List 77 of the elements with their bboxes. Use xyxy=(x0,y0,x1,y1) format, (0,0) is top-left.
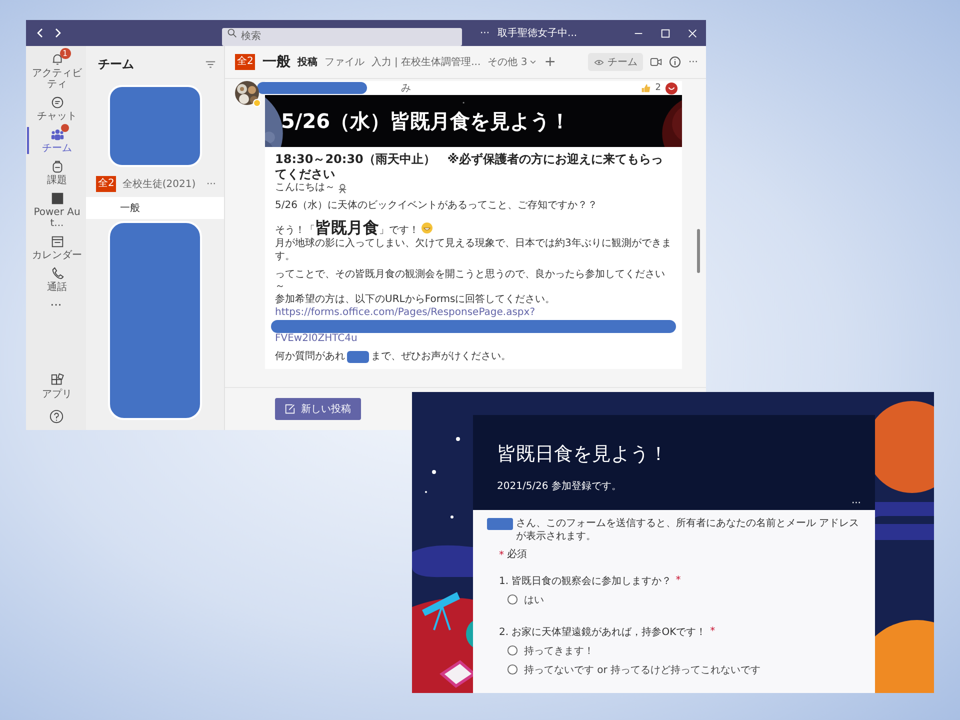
rail-item[interactable]: カレンダー xyxy=(27,234,85,261)
chat-icon xyxy=(50,95,64,110)
required-mark: * xyxy=(676,575,681,586)
message-text: まで、ぜひお声がけください。 xyxy=(371,350,511,364)
rail-item[interactable]: 通話 xyxy=(27,266,85,293)
message-text: そう！「皆既月食」です！ xyxy=(275,218,419,238)
phone-icon xyxy=(50,266,64,281)
message-heading: 18:30～20:30（雨天中止） ※必ず保護者の方にお迎えに来てもらってください xyxy=(275,152,664,182)
calendar-icon xyxy=(50,234,64,249)
author-name: み xyxy=(401,82,411,95)
info-icon[interactable] xyxy=(669,56,682,68)
redaction-mark xyxy=(347,351,369,364)
search-icon xyxy=(227,28,237,38)
more-button[interactable]: ··· xyxy=(688,56,698,68)
rail-item[interactable]: チャット xyxy=(27,95,85,122)
link[interactable]: FVEw2I0ZHTC4u xyxy=(275,332,672,346)
people-icon xyxy=(50,127,64,142)
tab[interactable]: ファイル xyxy=(324,55,364,69)
reaction-icon[interactable] xyxy=(665,82,678,94)
banner-title: 5/26（水）皆既月食を見よう！ xyxy=(281,108,570,134)
tab[interactable]: その他 3 xyxy=(488,55,528,69)
eye-icon xyxy=(594,58,604,66)
team-button[interactable]: チーム xyxy=(588,53,644,71)
team-name: 全校生徒(2021) xyxy=(122,178,196,191)
more-button[interactable]: ··· xyxy=(851,498,861,509)
like-count: 2 xyxy=(655,83,661,93)
link[interactable]: https://forms.office.com/Pages/ResponsePage.aspx? xyxy=(275,307,672,320)
form-subtitle: 2021/5/26 参加登録です。 xyxy=(497,480,622,493)
thumbs-up-icon[interactable] xyxy=(641,83,652,93)
message-text: こんにちは～ xyxy=(275,182,335,195)
redaction-mark xyxy=(487,518,513,530)
chevron-icon[interactable] xyxy=(529,58,538,66)
team-item[interactable]: 全2 全校生徒(2021) ··· xyxy=(86,167,224,197)
search-field[interactable]: 検索 xyxy=(222,28,462,46)
more-button[interactable]: ··· xyxy=(206,178,216,190)
channel-name: 一般 xyxy=(262,53,290,71)
notification-badge: 1 xyxy=(60,48,71,59)
form-title: 皆既日食を見よう！ xyxy=(497,442,669,467)
help-icon[interactable] xyxy=(48,409,64,424)
video-icon[interactable] xyxy=(650,56,662,68)
question-text: 1. 皆既日食の観察会に参加しますか？ xyxy=(499,574,672,588)
maximize-icon[interactable] xyxy=(660,28,671,38)
organization-name[interactable]: 取手聖徳女子中... xyxy=(498,26,578,40)
tab[interactable]: 入力 | 在校生体調管理... xyxy=(371,55,481,69)
channel-item[interactable]: 一般 xyxy=(86,197,224,219)
message-text: 何か質問があれ xyxy=(275,350,345,364)
team-tile: 全2 xyxy=(235,54,256,70)
scrollbar[interactable] xyxy=(697,229,700,273)
square-icon xyxy=(50,191,64,206)
radio-option[interactable]: 持ってきます！ xyxy=(499,644,861,658)
rail-item[interactable]: 課題 xyxy=(27,159,85,186)
message-text: 5/26（水）に天体のビックイベントがあるってこと、ご存知ですか？？ xyxy=(275,200,598,213)
add-tab-button[interactable]: + xyxy=(544,54,556,70)
radio-option[interactable]: はい xyxy=(499,592,861,606)
more-button[interactable]: ··· xyxy=(480,28,490,38)
filter-icon[interactable] xyxy=(205,59,216,70)
required-mark: * xyxy=(499,550,504,561)
new-post-button[interactable]: 新しい投稿 xyxy=(275,398,361,420)
rail-item[interactable]: Power Aut... xyxy=(27,191,85,229)
message-text: 参加希望の方は、以下のURLからFormsに回答してください。 xyxy=(275,294,556,307)
question-text: 2. お家に天体望遠鏡があれば，持参OKです！ xyxy=(499,626,706,638)
sticker-icon xyxy=(337,182,348,194)
message-text: 月が地球の影に入ってしまい、欠けて見える現象で、日本では約3年ぶりに観測ができます。 xyxy=(275,238,672,264)
message-text: ってことで、その皆既月食の観測会を開こうと思うので、良かったら参加してください～ xyxy=(275,268,666,294)
smiley-icon xyxy=(421,222,433,234)
panel-title: チーム xyxy=(98,56,134,73)
form-notice: さん、このフォームを送信すると、所有者にあなたの名前とメール アドレスが表示されます。 xyxy=(516,518,860,543)
compose-icon xyxy=(285,404,295,414)
tab[interactable]: 投稿 xyxy=(297,55,318,69)
required-mark: * xyxy=(710,626,716,637)
close-icon[interactable] xyxy=(687,28,698,38)
more-apps-button[interactable]: ··· xyxy=(50,298,62,312)
radio-option[interactable]: 持ってないです or 持ってるけど持ってこれないです xyxy=(499,662,861,676)
rail-item[interactable]: アプリ xyxy=(27,373,85,400)
required-note: 必須 xyxy=(507,549,527,562)
team-tile: 全2 xyxy=(96,176,116,192)
presence-icon xyxy=(253,99,261,107)
